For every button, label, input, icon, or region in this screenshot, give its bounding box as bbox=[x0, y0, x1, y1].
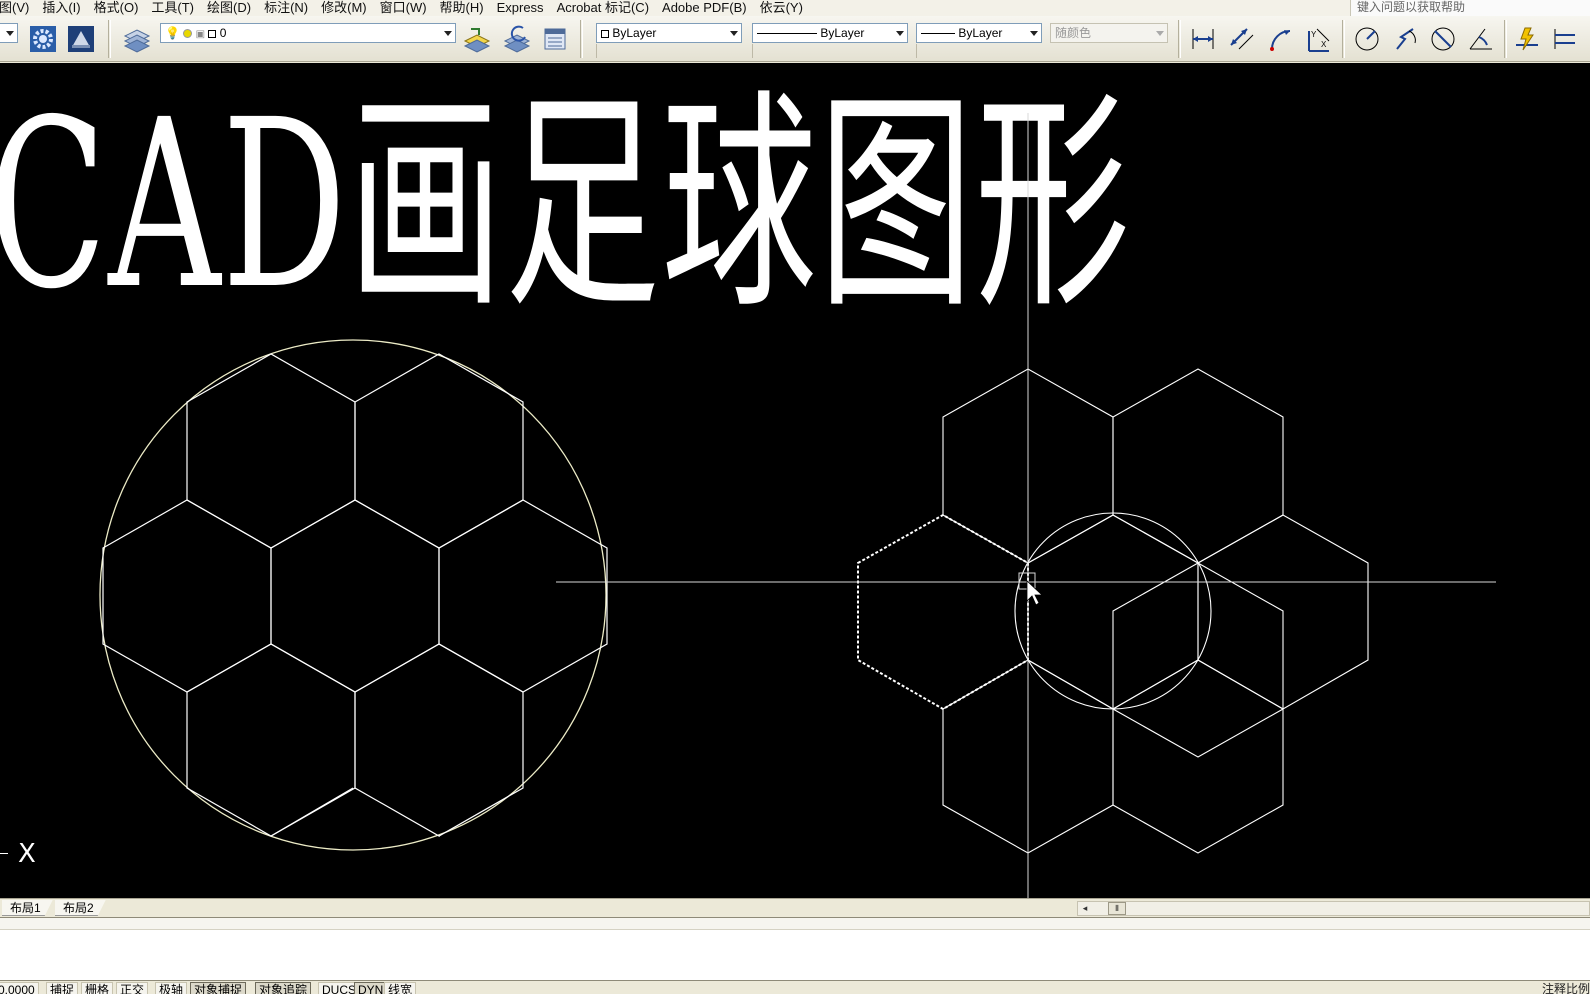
menu-express[interactable]: Express bbox=[490, 1, 550, 15]
menu-insert[interactable]: 插入(I) bbox=[35, 1, 86, 15]
flower-hexagon-grid[interactable] bbox=[942, 368, 1369, 854]
drawing-geometry[interactable] bbox=[0, 63, 1590, 900]
angular-dimension-icon[interactable] bbox=[1466, 24, 1496, 54]
menu-bar: 图(V) 插入(I) 格式(O) 工具(T) 绘图(D) 标注(N) 修改(M)… bbox=[0, 0, 1590, 16]
toolbar-separator bbox=[108, 20, 111, 58]
coordinate-readout: 0.0000 bbox=[0, 982, 39, 994]
menu-view[interactable]: 图(V) bbox=[0, 1, 35, 15]
combo-edge bbox=[916, 44, 917, 58]
command-line[interactable] bbox=[0, 917, 1590, 981]
settings-gear-icon[interactable] bbox=[28, 24, 58, 54]
status-bar: 0.0000 捕捉 栅格 正交 极轴 对象捕捉 对象追踪 DUCS DYN 线宽… bbox=[0, 982, 1590, 994]
color-value: ByLayer bbox=[612, 26, 657, 40]
layer-previous-icon[interactable] bbox=[502, 24, 532, 54]
menu-acrobat-markup[interactable]: Acrobat 标记(C) bbox=[550, 1, 655, 15]
layer-states-icon[interactable] bbox=[540, 24, 570, 54]
menu-modify[interactable]: 修改(M) bbox=[314, 1, 373, 15]
drawing-canvas[interactable]: CAD画足球图形 X bbox=[0, 63, 1590, 900]
lineweight-value: ByLayer bbox=[958, 26, 1003, 40]
radius-dimension-icon[interactable] bbox=[1352, 24, 1382, 54]
combo-edge bbox=[752, 44, 753, 58]
dyn-toggle[interactable]: DYN bbox=[354, 982, 388, 994]
snap-toggle[interactable]: 捕捉 bbox=[46, 982, 79, 994]
autocad-window: 图(V) 插入(I) 格式(O) 工具(T) 绘图(D) 标注(N) 修改(M)… bbox=[0, 0, 1590, 994]
ortho-toggle[interactable]: 正交 bbox=[116, 982, 149, 994]
layer-manager-icon[interactable] bbox=[122, 24, 152, 54]
menu-dimension[interactable]: 标注(N) bbox=[257, 1, 314, 15]
lock-icon: ▣ bbox=[195, 29, 206, 40]
toolbar-separator bbox=[1504, 20, 1507, 58]
menu-draw[interactable]: 绘图(D) bbox=[200, 1, 257, 15]
ucs-axis-line bbox=[0, 853, 8, 854]
menu-yiyun[interactable]: 依云(Y) bbox=[753, 1, 809, 15]
selected-hexagon[interactable] bbox=[857, 513, 1029, 711]
lineweight-toggle[interactable]: 线宽 bbox=[384, 982, 417, 994]
linetype-value: ByLayer bbox=[820, 26, 865, 40]
workspace-dropdown[interactable] bbox=[0, 23, 18, 43]
linetype-dropdown[interactable]: ByLayer bbox=[752, 23, 908, 43]
toolbar-separator bbox=[1342, 20, 1345, 58]
layer-name: 0 bbox=[219, 26, 227, 40]
help-search-input[interactable]: 键入问题以获取帮助 bbox=[1350, 0, 1590, 16]
menu-format[interactable]: 格式(O) bbox=[87, 1, 145, 15]
crosshair-cursor bbox=[556, 113, 1496, 900]
ucs-x-label: X bbox=[18, 839, 36, 869]
layer-color-icon bbox=[208, 29, 217, 38]
toolbar-separator bbox=[580, 20, 583, 58]
ball-hexagon-grid[interactable] bbox=[102, 353, 608, 837]
menu-adobe-pdf[interactable]: Adobe PDF(B) bbox=[655, 1, 753, 15]
ball-outline-circle[interactable] bbox=[99, 339, 607, 851]
annotation-scale-label: 注释比例 bbox=[1541, 982, 1590, 994]
aligned-dimension-icon[interactable] bbox=[1226, 24, 1256, 54]
ordinate-dimension-icon[interactable]: YX bbox=[1304, 24, 1334, 54]
workspace-icon[interactable] bbox=[66, 24, 96, 54]
layer-dropdown[interactable]: 💡 ▣ 0 bbox=[160, 23, 456, 43]
otrack-toggle[interactable]: 对象追踪 bbox=[255, 982, 312, 994]
lineweight-sample-icon bbox=[921, 33, 955, 35]
menu-tools[interactable]: 工具(T) bbox=[144, 1, 200, 15]
quick-dimension-icon[interactable] bbox=[1512, 24, 1542, 54]
plotstyle-dropdown: 随颜色 bbox=[1050, 23, 1168, 43]
color-swatch-icon bbox=[601, 29, 609, 38]
horizontal-scrollbar[interactable]: ◂ ⦀ bbox=[1077, 901, 1590, 916]
toolbar: 💡 ▣ 0 ByLayer ByLayer ByLayer 随颜色 Y X bbox=[0, 16, 1590, 62]
tab-layout2[interactable]: 布局2 bbox=[55, 900, 106, 916]
grid-toggle[interactable]: 栅格 bbox=[81, 982, 114, 994]
combo-edge bbox=[596, 44, 597, 58]
svg-text:Y: Y bbox=[1311, 30, 1317, 39]
layout-tabs-bar: 布局1 布局2 ◂ ⦀ bbox=[0, 898, 1590, 916]
lightbulb-icon: 💡 bbox=[165, 26, 180, 40]
toolbar-separator bbox=[1178, 20, 1181, 58]
tab-layout1[interactable]: 布局1 bbox=[2, 900, 53, 916]
arc-length-icon[interactable] bbox=[1266, 24, 1296, 54]
sun-icon bbox=[183, 29, 193, 39]
lineweight-dropdown[interactable]: ByLayer bbox=[916, 23, 1042, 43]
linetype-sample-icon bbox=[757, 33, 817, 35]
menu-window[interactable]: 窗口(W) bbox=[373, 1, 433, 15]
plotstyle-value: 随颜色 bbox=[1055, 26, 1092, 40]
scroll-thumb[interactable]: ⦀ bbox=[1108, 902, 1126, 915]
svg-text:X: X bbox=[1321, 40, 1327, 49]
color-dropdown[interactable]: ByLayer bbox=[596, 23, 742, 43]
polar-toggle[interactable]: 极轴 bbox=[155, 982, 188, 994]
jogged-dimension-icon[interactable] bbox=[1390, 24, 1420, 54]
diameter-dimension-icon[interactable] bbox=[1428, 24, 1458, 54]
make-current-layer-icon[interactable] bbox=[462, 24, 492, 54]
linear-dimension-icon[interactable] bbox=[1188, 24, 1218, 54]
menu-help[interactable]: 帮助(H) bbox=[433, 1, 490, 15]
osnap-toggle[interactable]: 对象捕捉 bbox=[190, 982, 247, 994]
scroll-left-arrow-icon[interactable]: ◂ bbox=[1078, 902, 1092, 915]
baseline-dimension-icon[interactable] bbox=[1550, 24, 1580, 54]
command-history bbox=[0, 918, 1590, 930]
